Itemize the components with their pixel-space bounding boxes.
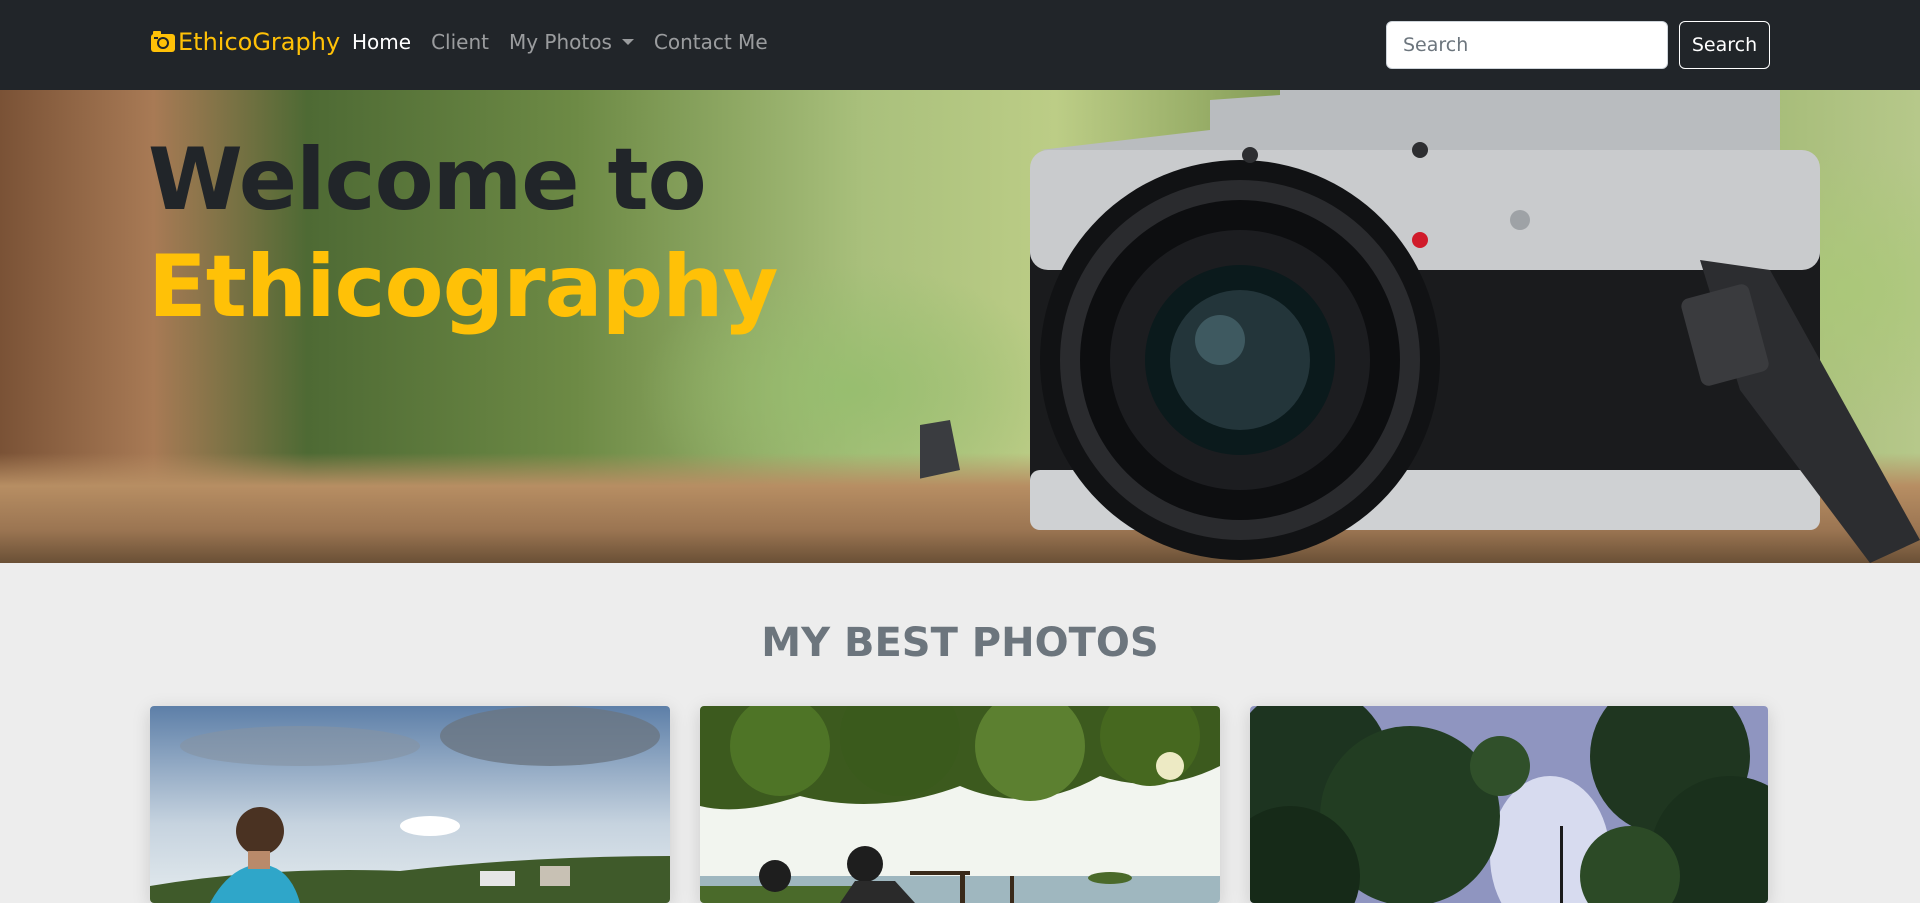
boy-by-lake-photo	[150, 706, 670, 903]
photo-card[interactable]	[1250, 706, 1768, 903]
brand-link[interactable]: EthicoGraphy	[150, 28, 340, 56]
nav-link-my-photos-label: My Photos	[508, 30, 612, 54]
photo-card[interactable]	[700, 706, 1220, 903]
nav-link-my-photos[interactable]: My Photos	[509, 30, 634, 54]
section-title: MY BEST PHOTOS	[761, 620, 1159, 666]
nav-link-client[interactable]: Client	[431, 30, 489, 54]
kids-under-tree-photo	[700, 706, 1220, 903]
camera-icon	[150, 29, 176, 55]
search-input[interactable]	[1386, 21, 1668, 69]
chevron-down-icon	[621, 39, 634, 45]
camera-photo	[920, 90, 1920, 563]
hero-banner: Welcome to Ethicography	[0, 90, 1920, 563]
nav-links: Home Client My Photos Contact Me	[352, 30, 788, 54]
navbar: EthicoGraphy Home Client My Photos Conta…	[0, 0, 1920, 90]
hero-title-line2: Ethicography	[148, 237, 778, 337]
nav-link-contact[interactable]: Contact Me	[654, 30, 768, 54]
hero-title-line1: Welcome to	[148, 130, 707, 230]
search-button[interactable]: Search	[1679, 21, 1770, 69]
photo-card[interactable]	[150, 706, 670, 903]
brand-name: EthicoGraphy	[178, 28, 341, 56]
nav-link-home[interactable]: Home	[352, 30, 411, 54]
forest-canopy-photo	[1250, 706, 1768, 903]
